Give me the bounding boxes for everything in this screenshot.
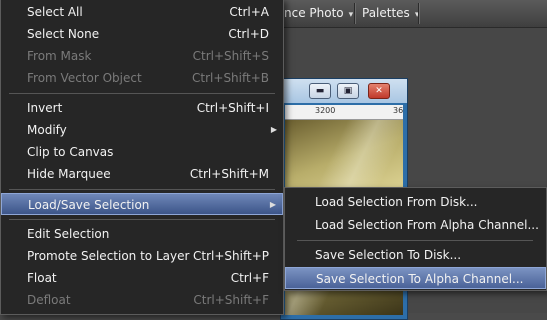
- chevron-right-icon: ▶: [269, 200, 276, 209]
- menu-item-clip-to-canvas[interactable]: Clip to Canvas: [1, 141, 283, 163]
- ruler-label: 36: [393, 106, 404, 115]
- menu-item-edit-selection[interactable]: Edit Selection: [1, 223, 283, 245]
- menu-item-label: Load Selection From Disk...: [315, 195, 478, 209]
- menu-item-from-mask: From Mask Ctrl+Shift+S: [1, 45, 283, 67]
- menu-item-label: From Vector Object: [27, 71, 142, 85]
- menu-item-label: Clip to Canvas: [27, 145, 114, 159]
- menu-item-label: Load Selection From Alpha Channel...: [315, 218, 539, 232]
- menu-item-modify[interactable]: Modify ▶: [1, 119, 283, 141]
- submenu-item-save-to-disk[interactable]: Save Selection To Disk...: [285, 244, 546, 266]
- submenu-item-load-from-alpha-channel[interactable]: Load Selection From Alpha Channel...: [285, 214, 546, 236]
- toolbar-divider: [418, 3, 420, 24]
- toolbar-enhance-photo-label: nce Photo: [284, 6, 344, 20]
- chevron-right-icon: ▶: [270, 125, 277, 134]
- menu-item-label: Invert: [27, 101, 63, 115]
- menu-item-shortcut: Ctrl+F: [230, 271, 269, 285]
- menu-item-label: Select All: [27, 5, 83, 19]
- menu-item-select-none[interactable]: Select None Ctrl+D: [1, 23, 283, 45]
- menu-item-shortcut: Ctrl+Shift+B: [192, 71, 269, 85]
- menu-item-label: Edit Selection: [27, 227, 110, 241]
- menu-item-promote-selection-to-layer[interactable]: Promote Selection to Layer Ctrl+Shift+P: [1, 245, 283, 267]
- close-icon: ✕: [375, 86, 383, 96]
- menu-item-float[interactable]: Float Ctrl+F: [1, 267, 283, 289]
- menu-item-label: Defloat: [27, 293, 71, 307]
- minimize-icon: ▬: [315, 86, 325, 96]
- menu-item-label: Promote Selection to Layer: [27, 249, 190, 263]
- menu-separator: [9, 93, 275, 94]
- menu-item-shortcut: Ctrl+Shift+M: [189, 167, 269, 181]
- restore-button[interactable]: ▣: [337, 83, 359, 99]
- ruler-label: 3200: [315, 106, 336, 115]
- toolbar-palettes-menu[interactable]: Palettes▾: [362, 6, 419, 20]
- menu-item-shortcut: Ctrl+Shift+I: [196, 101, 269, 115]
- menu-item-shortcut: Ctrl+D: [228, 27, 269, 41]
- menu-item-shortcut: Ctrl+A: [229, 5, 269, 19]
- restore-icon: ▣: [343, 86, 353, 96]
- menu-item-label: Load/Save Selection: [28, 198, 150, 212]
- menu-separator: [9, 219, 275, 220]
- chevron-down-icon: ▾: [348, 10, 354, 20]
- submenu-item-load-from-disk[interactable]: Load Selection From Disk...: [285, 191, 546, 213]
- toolbar-divider: [354, 3, 356, 24]
- toolbar-palettes-label: Palettes: [362, 6, 410, 20]
- selections-menu: Select All Ctrl+A Select None Ctrl+D Fro…: [0, 0, 284, 315]
- menu-item-select-all[interactable]: Select All Ctrl+A: [1, 1, 283, 23]
- menu-item-from-vector-object: From Vector Object Ctrl+Shift+B: [1, 67, 283, 89]
- menu-separator: [9, 189, 275, 190]
- menu-item-shortcut: Ctrl+Shift+S: [192, 49, 269, 63]
- toolbar-enhance-photo-menu[interactable]: nce Photo ▾: [284, 6, 353, 20]
- menu-item-label: From Mask: [27, 49, 92, 63]
- menu-item-hide-marquee[interactable]: Hide Marquee Ctrl+Shift+M: [1, 163, 283, 185]
- menu-item-shortcut: Ctrl+Shift+P: [193, 249, 269, 263]
- menu-item-label: Hide Marquee: [27, 167, 111, 181]
- menu-item-label: Float: [27, 271, 57, 285]
- menu-item-label: Modify: [27, 123, 67, 137]
- menu-item-label: Save Selection To Alpha Channel...: [316, 272, 524, 286]
- close-button[interactable]: ✕: [368, 83, 390, 99]
- menu-item-shortcut: Ctrl+Shift+F: [193, 293, 269, 307]
- minimize-button[interactable]: ▬: [309, 83, 331, 99]
- menu-item-invert[interactable]: Invert Ctrl+Shift+I: [1, 97, 283, 119]
- menu-separator: [297, 240, 533, 241]
- menu-item-label: Select None: [27, 27, 100, 41]
- menu-item-label: Save Selection To Disk...: [315, 248, 462, 262]
- menu-item-load-save-selection[interactable]: Load/Save Selection ▶: [1, 193, 283, 215]
- horizontal-ruler: 3200 36: [285, 105, 403, 120]
- load-save-selection-submenu: Load Selection From Disk... Load Selecti…: [284, 187, 547, 291]
- submenu-item-save-to-alpha-channel[interactable]: Save Selection To Alpha Channel...: [285, 267, 546, 289]
- menu-item-defloat: Defloat Ctrl+Shift+F: [1, 289, 283, 311]
- image-window-titlebar[interactable]: ▬ ▣ ✕: [281, 79, 407, 103]
